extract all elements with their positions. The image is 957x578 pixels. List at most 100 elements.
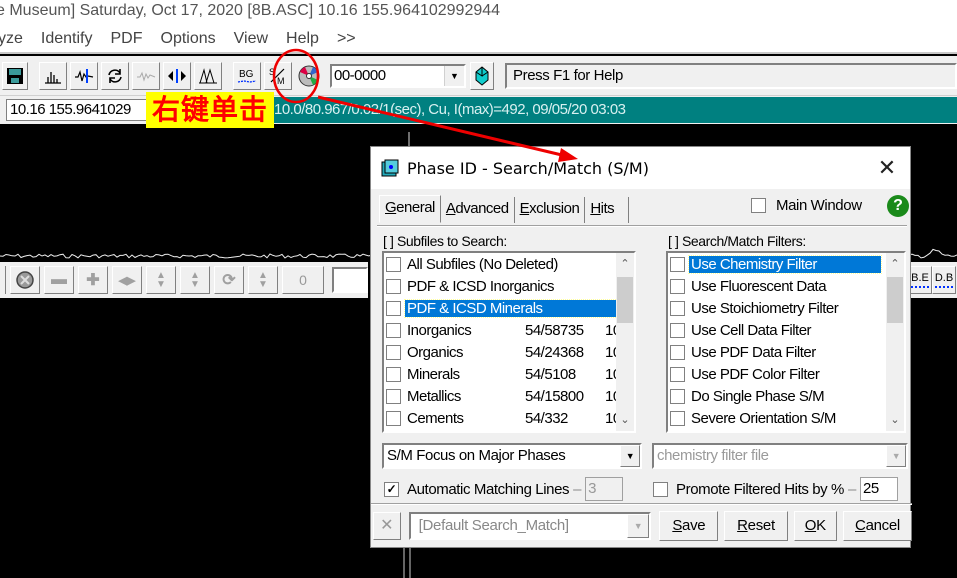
subfiles-list[interactable]: All Subfiles (No Deleted) PDF & ICSD Inor…: [382, 251, 636, 433]
subfile-item[interactable]: All Subfiles (No Deleted): [384, 253, 634, 275]
tab-exclusion[interactable]: Exclusion: [515, 197, 586, 223]
scroll-down-icon[interactable]: ⌄: [886, 411, 904, 429]
main-window-checkbox[interactable]: [751, 198, 766, 213]
expand-vertical-button[interactable]: ▲ ▼: [180, 266, 210, 294]
disc-button[interactable]: [295, 61, 323, 90]
menu-pdf[interactable]: PDF: [102, 26, 152, 52]
chevron-down-icon[interactable]: ▼: [886, 445, 906, 467]
cycle-button[interactable]: ⟳: [214, 266, 244, 294]
peak-fit-button[interactable]: [194, 61, 222, 90]
chevron-down-icon[interactable]: ▼: [444, 65, 464, 86]
help-icon[interactable]: ?: [887, 195, 909, 217]
filter-item[interactable]: Severe Orientation S/M: [668, 407, 904, 429]
focus-select[interactable]: S/M Focus on Major Phases ▼: [382, 443, 642, 469]
subfile-item[interactable]: Metallics54/1580010/': [384, 385, 634, 407]
crystal-button[interactable]: [470, 61, 494, 90]
auto-matching-checkbox[interactable]: ✓: [384, 481, 399, 497]
move-horizontal-button[interactable]: [163, 61, 191, 90]
menu-options[interactable]: Options: [152, 26, 225, 52]
stepper-button[interactable]: ▲ ▼: [248, 266, 278, 294]
filter-item[interactable]: Use Chemistry Filter: [668, 253, 904, 275]
chevron-down-icon[interactable]: ▼: [620, 445, 640, 467]
subfile-checkbox[interactable]: [386, 256, 401, 272]
filter-checkbox[interactable]: [670, 278, 685, 294]
auto-matching-option[interactable]: ✓ Automatic Matching Lines – 3: [384, 477, 624, 501]
menu-help[interactable]: Help: [277, 26, 328, 52]
subfile-checkbox[interactable]: [386, 322, 401, 338]
filter-item[interactable]: Use PDF Data Filter: [668, 341, 904, 363]
subfile-checkbox[interactable]: [386, 300, 401, 316]
lower-input-field[interactable]: [332, 267, 368, 293]
filter-checkbox[interactable]: [670, 344, 685, 360]
menu-more[interactable]: >>: [328, 26, 365, 52]
promote-hits-value[interactable]: 25: [859, 477, 898, 501]
filter-checkbox[interactable]: [670, 256, 685, 272]
scroll-down-icon[interactable]: ⌄: [616, 411, 634, 429]
cancel-circle-button[interactable]: [10, 266, 40, 294]
delete-profile-button[interactable]: ✕: [373, 512, 401, 540]
subfile-item[interactable]: Minerals54/510810/': [384, 363, 634, 385]
promote-hits-checkbox[interactable]: [653, 481, 668, 497]
filter-item[interactable]: Use Fluorescent Data: [668, 275, 904, 297]
reset-button[interactable]: Reset: [724, 511, 788, 541]
scroll-up-icon[interactable]: ⌃: [616, 255, 634, 273]
filter-checkbox[interactable]: [670, 410, 685, 426]
scroll-up-icon[interactable]: ⌃: [886, 255, 904, 273]
scroll-thumb[interactable]: [887, 277, 903, 323]
filter-item[interactable]: Use Cell Data Filter: [668, 319, 904, 341]
ok-button[interactable]: OK: [793, 511, 837, 541]
filter-item[interactable]: Use PDF Color Filter: [668, 363, 904, 385]
subfile-item[interactable]: Cements54/33210/': [384, 407, 634, 429]
subfile-item[interactable]: Organics54/2436810/': [384, 341, 634, 363]
filter-checkbox[interactable]: [670, 322, 685, 338]
filter-checkbox[interactable]: [670, 300, 685, 316]
coordinate-field[interactable]: 10.16 155.9641029: [6, 99, 156, 121]
filter-checkbox[interactable]: [670, 366, 685, 382]
menu-analyze[interactable]: yze: [0, 26, 32, 52]
filter-item[interactable]: Do Single Phase S/M: [668, 385, 904, 407]
db-button[interactable]: D.B: [932, 266, 956, 294]
peak-wave-button[interactable]: [70, 61, 98, 90]
search-match-button[interactable]: SM: [264, 61, 292, 90]
pdf-number-value[interactable]: 00-0000: [332, 66, 444, 86]
minus-button[interactable]: ▬: [44, 266, 74, 294]
left-right-button[interactable]: ◀▶: [112, 266, 142, 294]
menu-identify[interactable]: Identify: [32, 26, 102, 52]
close-icon[interactable]: ✕: [864, 156, 910, 181]
menu-view[interactable]: View: [225, 26, 277, 52]
chemistry-file-select[interactable]: chemistry filter file ▼: [652, 443, 908, 469]
plus-button[interactable]: ✚: [78, 266, 108, 294]
filter-item[interactable]: Use Stoichiometry Filter: [668, 297, 904, 319]
peak-bars-button[interactable]: [39, 61, 67, 90]
pdf-number-combo[interactable]: 00-0000 ▼: [330, 63, 466, 88]
chevron-down-icon[interactable]: ▼: [627, 514, 650, 538]
save-button[interactable]: [2, 61, 28, 90]
background-button[interactable]: BG: [233, 61, 261, 90]
subfile-item[interactable]: PDF & ICSD Minerals: [384, 297, 634, 319]
tab-advanced[interactable]: Advanced: [441, 197, 515, 223]
be-button[interactable]: B.E: [908, 266, 932, 294]
promote-hits-option[interactable]: Promote Filtered Hits by % – 25: [653, 477, 898, 501]
subfile-item[interactable]: Inorganics54/5873510/': [384, 319, 634, 341]
filters-list[interactable]: Use Chemistry Filter Use Fluorescent Data…: [666, 251, 906, 433]
subfile-checkbox[interactable]: [386, 410, 401, 426]
tab-general[interactable]: General: [379, 195, 441, 223]
main-window-option[interactable]: Main Window: [751, 197, 862, 214]
filter-checkbox[interactable]: [670, 388, 685, 404]
cancel-button[interactable]: Cancel: [842, 511, 912, 541]
refresh-button[interactable]: [101, 61, 129, 90]
smooth-button[interactable]: [132, 61, 160, 90]
filters-scrollbar[interactable]: ⌃ ⌄: [886, 253, 904, 431]
auto-matching-value[interactable]: 3: [585, 477, 624, 501]
tab-hits[interactable]: Hits: [585, 197, 630, 223]
dialog-title-bar[interactable]: Phase ID - Search/Match (S/M) ✕: [371, 147, 910, 189]
save-button[interactable]: Save: [659, 511, 719, 541]
subfile-item[interactable]: PDF & ICSD Inorganics: [384, 275, 634, 297]
profile-select[interactable]: [Default Search_Match] ▼: [408, 512, 652, 540]
subfile-checkbox[interactable]: [386, 344, 401, 360]
subfile-checkbox[interactable]: [386, 366, 401, 382]
scroll-thumb[interactable]: [617, 277, 633, 323]
up-down-button[interactable]: ▲ ▼: [146, 266, 176, 294]
subfiles-scrollbar[interactable]: ⌃ ⌄: [616, 253, 634, 431]
subfile-checkbox[interactable]: [386, 388, 401, 404]
